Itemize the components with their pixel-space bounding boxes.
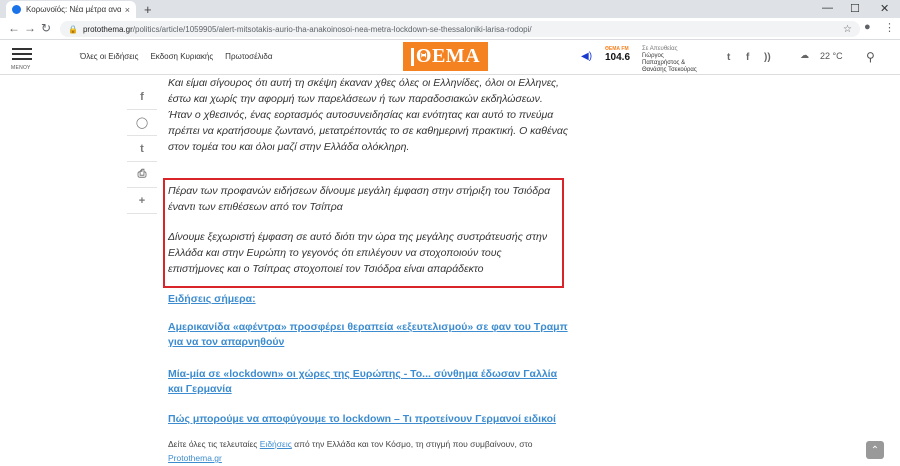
radio-logo[interactable]: ΘΕΜΑ FM 104.6 <box>605 47 630 64</box>
related-link[interactable]: Πώς μπορούμε να αποφύγουμε το lockdown –… <box>168 412 573 427</box>
search-icon[interactable]: ⚲ <box>866 50 875 64</box>
close-window-button[interactable]: ✕ <box>880 2 889 15</box>
new-tab-button[interactable]: + <box>144 2 152 17</box>
related-link[interactable]: Αμερικανίδα «αφέντρα» προσφέρει θεραπεία… <box>168 320 573 350</box>
whatsapp-share-icon[interactable]: ◯ <box>127 110 157 136</box>
article-body: Και είμαι σίγουρος ότι αυτή τη σκέψη έκα… <box>168 75 568 155</box>
forward-arrow-icon[interactable]: → <box>24 21 36 35</box>
hamburger-menu-icon[interactable] <box>12 48 32 63</box>
site-logo[interactable]: ΘΕΜΑ <box>403 42 488 71</box>
article-paragraph: Και είμαι σίγουρος ότι αυτή τη σκέψη έκα… <box>168 77 568 153</box>
site-favicon-icon <box>12 5 21 14</box>
share-sidebar: f ◯ t ⎙ + <box>127 84 157 214</box>
browser-tab[interactable]: Κορωνοϊός: Νέα μέτρα ανακοιν... × <box>6 1 136 18</box>
twitter-share-icon[interactable]: t <box>127 136 157 162</box>
back-arrow-icon[interactable]: ← <box>8 21 20 35</box>
related-link[interactable]: Μία-μία σε «lockdown» οι χώρες της Ευρώπ… <box>168 367 573 397</box>
menu-dots-icon[interactable]: ⋮ <box>884 21 895 34</box>
nav-front-pages[interactable]: Πρωτοσέλιδα <box>225 52 272 61</box>
weather-cloud-icon: ☁ <box>800 50 809 60</box>
radio-speaker-icon[interactable]: ◀) <box>581 51 592 62</box>
site-header: ΜΕΝΟΥ Όλες οι Ειδήσεις Εκδοση Κυριακής Π… <box>0 40 900 75</box>
scroll-to-top-button[interactable]: ⌃ <box>866 441 884 459</box>
on-air-info: Σε Απευθείας Γιώργος Παπαχρήστος & Θανάσ… <box>642 46 697 73</box>
more-share-icon[interactable]: + <box>127 188 157 214</box>
url-path: /politics/article/1059905/alert-mitsotak… <box>132 24 532 34</box>
nav-sunday-edition[interactable]: Εκδοση Κυριακής <box>150 52 213 61</box>
nav-all-news[interactable]: Όλες οι Ειδήσεις <box>80 52 138 61</box>
url-host: protothema.gr <box>82 24 133 34</box>
facebook-share-icon[interactable]: f <box>127 84 157 110</box>
bookmark-star-icon[interactable]: ☆ <box>843 24 852 35</box>
rss-icon[interactable]: )) <box>764 52 771 63</box>
footer-note: Δείτε όλες τις τελευταίες Ειδήσεις από τ… <box>168 439 533 463</box>
url-text: protothema.gr/politics/article/1059905/a… <box>83 25 843 34</box>
news-link[interactable]: Ειδήσεις <box>260 439 292 449</box>
browser-tabbar: Κορωνοϊός: Νέα μέτρα ανακοιν... × + — ☐ … <box>0 0 900 18</box>
address-bar[interactable]: 🔒 protothema.gr/politics/article/1059905… <box>60 21 860 37</box>
menu-label: ΜΕΝΟΥ <box>11 65 31 71</box>
lock-icon: 🔒 <box>68 24 78 34</box>
tab-title: Κορωνοϊός: Νέα μέτρα ανακοιν... <box>26 5 121 14</box>
highlighted-quote-2: Δίνουμε ξεχωριστή έμφαση σε αυτό διότι τ… <box>168 231 548 275</box>
profile-icon[interactable]: ● <box>864 21 871 33</box>
print-icon[interactable]: ⎙ <box>127 162 157 188</box>
twitter-icon[interactable]: t <box>727 52 730 63</box>
minimize-button[interactable]: — <box>822 2 833 14</box>
browser-toolbar: ← → ↻ 🔒 protothema.gr/politics/article/1… <box>0 18 900 40</box>
temperature: 22 °C <box>820 51 843 61</box>
facebook-icon[interactable]: f <box>746 52 749 63</box>
highlighted-quote-1: Πέραν των προφανών ειδήσεων δίνουμε μεγά… <box>168 185 551 213</box>
top-nav: Όλες οι Ειδήσεις Εκδοση Κυριακής Πρωτοσέ… <box>80 52 273 61</box>
protothema-link[interactable]: Protothema.gr <box>168 453 222 463</box>
reload-icon[interactable]: ↻ <box>41 21 51 35</box>
tab-close-icon[interactable]: × <box>125 5 130 15</box>
related-news-heading[interactable]: Ειδήσεις σήμερα: <box>168 293 256 305</box>
maximize-button[interactable]: ☐ <box>850 2 860 15</box>
